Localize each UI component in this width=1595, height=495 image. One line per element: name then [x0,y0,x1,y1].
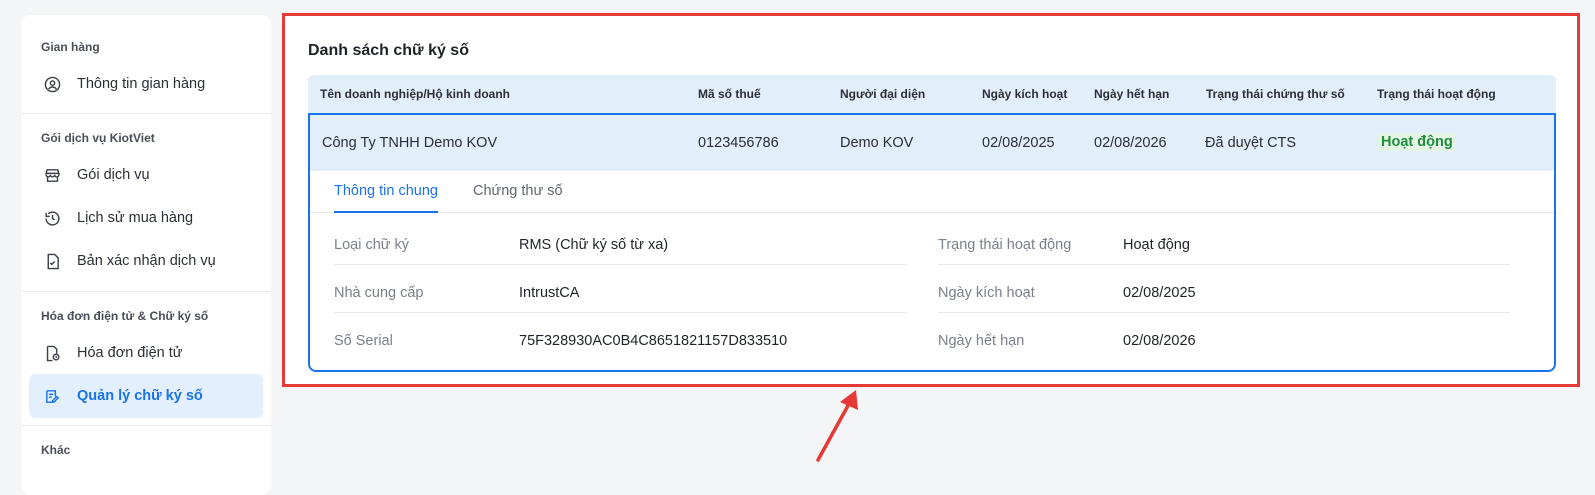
user-circle-icon [43,75,61,93]
field-value: 02/08/2025 [1123,285,1196,301]
column-header: Trạng thái chứng thư số [1206,87,1345,101]
column-header: Ngày hết hạn [1094,87,1170,101]
field-value: 75F328930AC0B4C8651821157D833510 [519,333,788,349]
sidebar-item-label: Thông tin gian hàng [77,76,206,92]
cell-tax-code: 0123456786 [698,135,779,151]
invoice-icon [43,344,61,362]
sidebar-group-title: Khác [41,443,71,457]
cell-activation-date: 02/08/2025 [982,135,1055,151]
cell-representative: Demo KOV [840,135,914,151]
sidebar: Gian hàng Thông tin gian hàng Gói dịch v… [21,15,271,495]
divider [334,264,907,265]
sidebar-group-title: Gian hàng [41,40,100,54]
table-row[interactable]: Công Ty TNHH Demo KOV 0123456786 Demo KO… [310,115,1554,171]
field-label: Ngày hết hạn [938,333,1025,349]
sidebar-item-e-invoice[interactable]: Hóa đơn điện tử [29,331,263,375]
field-label: Loại chữ ký [334,237,409,253]
tab-general-info[interactable]: Thông tin chung [334,183,438,213]
divider [938,264,1510,265]
sidebar-item-label: Hóa đơn điện tử [77,345,183,361]
signature-list-card: Danh sách chữ ký số Tên doanh nghiệp/Hộ … [284,15,1579,385]
column-header: Ngày kích hoạt [982,87,1068,101]
status-badge: Hoạt động [1378,133,1456,151]
sidebar-item-store-info[interactable]: Thông tin gian hàng [29,62,263,106]
sidebar-item-service-confirmation[interactable]: Bản xác nhận dịch vụ [29,239,263,283]
divider [334,312,907,313]
signature-icon [43,387,61,405]
cell-cert-status: Đã duyệt CTS [1205,135,1297,151]
field-value: 02/08/2026 [1123,333,1196,349]
detail-tabs: Thông tin chung Chứng thư số [310,171,1554,213]
field-label: Nhà cung cấp [334,285,424,301]
field-value: Hoạt động [1123,237,1190,253]
annotation-arrow-icon [816,390,858,462]
history-icon [43,209,61,227]
column-header: Người đại diện [840,87,926,101]
document-check-icon [43,252,61,270]
column-header: Trạng thái hoạt động [1377,87,1496,101]
sidebar-item-label: Lịch sử mua hàng [77,210,194,226]
cell-expiry-date: 02/08/2026 [1094,135,1167,151]
expanded-row: Công Ty TNHH Demo KOV 0123456786 Demo KO… [308,113,1556,372]
sidebar-item-purchase-history[interactable]: Lịch sử mua hàng [29,196,263,240]
column-header: Tên doanh nghiệp/Hộ kinh doanh [320,87,510,101]
page-title: Danh sách chữ ký số [308,42,469,59]
sidebar-item-label: Quản lý chữ ký số [77,388,203,404]
divider [21,425,271,426]
sidebar-item-label: Gói dịch vụ [77,167,150,183]
field-label: Trạng thái hoạt động [938,237,1072,253]
divider [938,312,1510,313]
sidebar-item-service-package[interactable]: Gói dịch vụ [29,153,263,197]
field-value: IntrustCA [519,285,580,301]
column-header: Mã số thuế [698,87,761,101]
field-label: Số Serial [334,333,393,349]
sidebar-group-title: Hóa đơn điện tử & Chữ ký số [41,309,209,323]
cell-business-name: Công Ty TNHH Demo KOV [322,135,498,151]
sidebar-group-title: Gói dịch vụ KiotViet [41,131,155,145]
tab-certificate[interactable]: Chứng thư số [473,183,563,213]
divider [21,291,271,292]
field-label: Ngày kích hoạt [938,285,1035,301]
sidebar-item-signature-management[interactable]: Quản lý chữ ký số [29,374,263,418]
field-value: RMS (Chữ ký số từ xa) [519,237,669,253]
divider [21,113,271,114]
sidebar-item-label: Bản xác nhận dịch vụ [77,253,216,269]
store-icon [43,166,61,184]
table-header: Tên doanh nghiệp/Hộ kinh doanh Mã số thu… [308,75,1556,113]
